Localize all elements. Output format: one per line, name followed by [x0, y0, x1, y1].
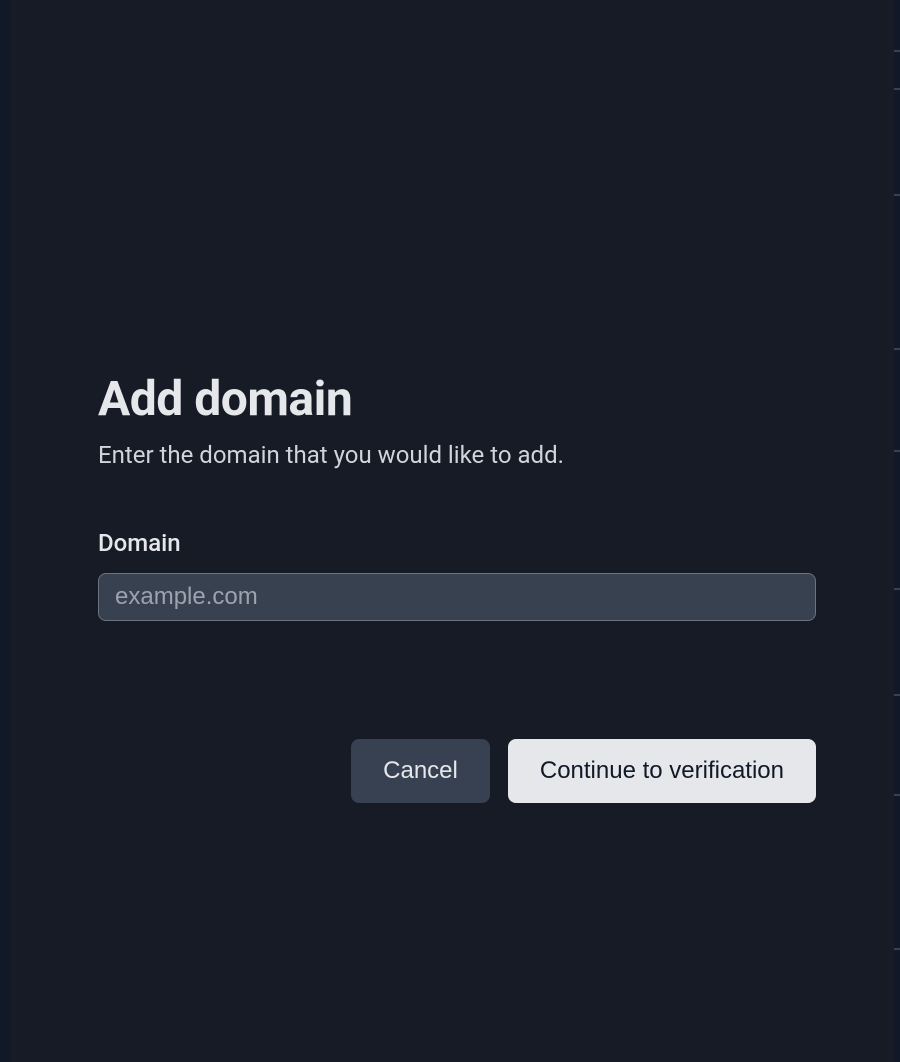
modal-subtitle: Enter the domain that you would like to …: [98, 441, 816, 469]
page-backdrop: Add domain Enter the domain that you wou…: [0, 0, 900, 1062]
modal-content: Add domain Enter the domain that you wou…: [98, 370, 816, 803]
continue-button[interactable]: Continue to verification: [508, 739, 816, 803]
domain-label: Domain: [98, 529, 816, 557]
modal-actions: Cancel Continue to verification: [98, 739, 816, 803]
add-domain-modal: Add domain Enter the domain that you wou…: [10, 0, 894, 1062]
cancel-button[interactable]: Cancel: [351, 739, 490, 803]
domain-input[interactable]: [98, 573, 816, 621]
modal-title: Add domain: [98, 370, 816, 427]
scroll-edge-markers: [894, 0, 900, 1062]
